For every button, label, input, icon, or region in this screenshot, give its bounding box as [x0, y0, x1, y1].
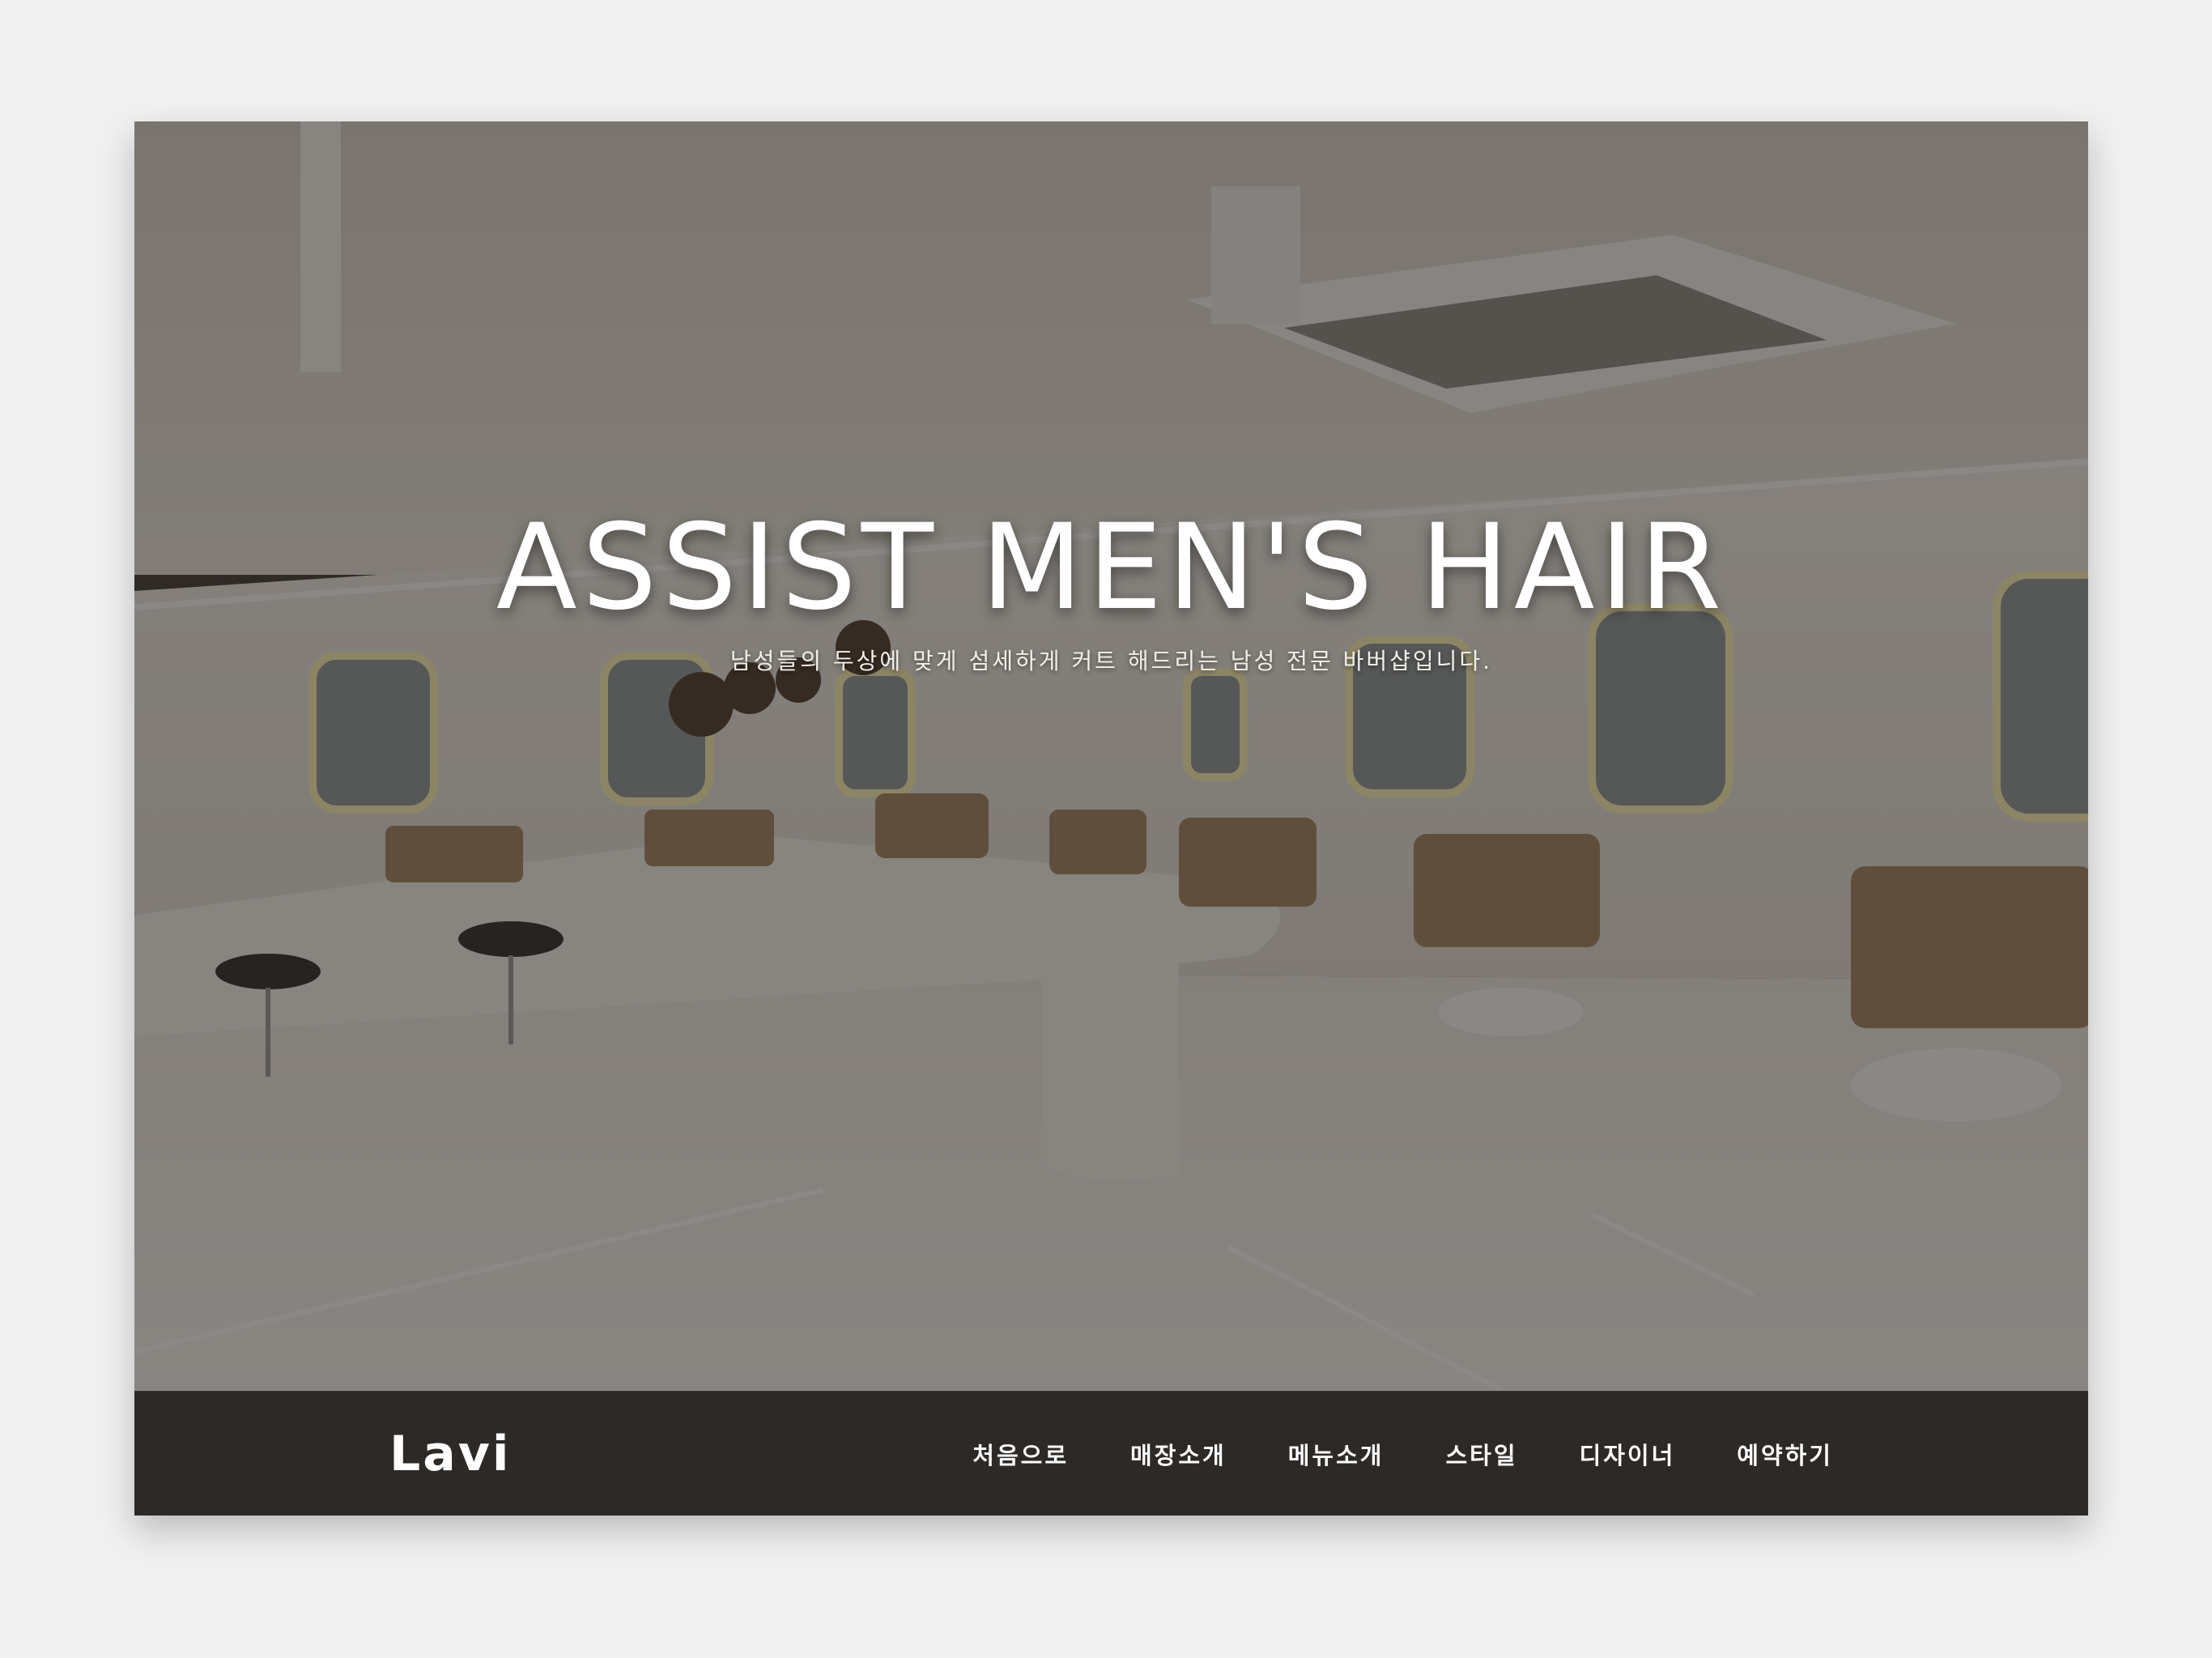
hero-section: ASSIST MEN'S HAIR 남성들의 두상에 맞게 섬세하게 커트 해드… — [134, 121, 2088, 1391]
hero-dark-overlay — [134, 121, 2088, 1391]
nav-menu: 처음으로 매장소개 메뉴소개 스타일 디자이너 예약하기 — [972, 1392, 1833, 1516]
nav-item-store-intro[interactable]: 매장소개 — [1130, 1437, 1227, 1471]
nav-item-home[interactable]: 처음으로 — [972, 1437, 1069, 1471]
nav-item-style[interactable]: 스타일 — [1445, 1437, 1517, 1471]
hero-subheadline: 남성들의 두상에 맞게 섬세하게 커트 해드리는 남성 전문 바버샵입니다. — [730, 648, 1493, 674]
nav-item-designer[interactable]: 디자이너 — [1580, 1437, 1676, 1471]
nav-item-menu-intro[interactable]: 메뉴소개 — [1288, 1437, 1385, 1471]
main-navigation-bar: Lavi 처음으로 매장소개 메뉴소개 스타일 디자이너 예약하기 — [134, 1391, 2088, 1516]
nav-item-reservation[interactable]: 예약하기 — [1737, 1437, 1833, 1471]
site-frame: ASSIST MEN'S HAIR 남성들의 두상에 맞게 섬세하게 커트 해드… — [134, 121, 2088, 1516]
site-logo[interactable]: Lavi — [389, 1392, 511, 1516]
hero-headline: ASSIST MEN'S HAIR — [496, 499, 1727, 636]
